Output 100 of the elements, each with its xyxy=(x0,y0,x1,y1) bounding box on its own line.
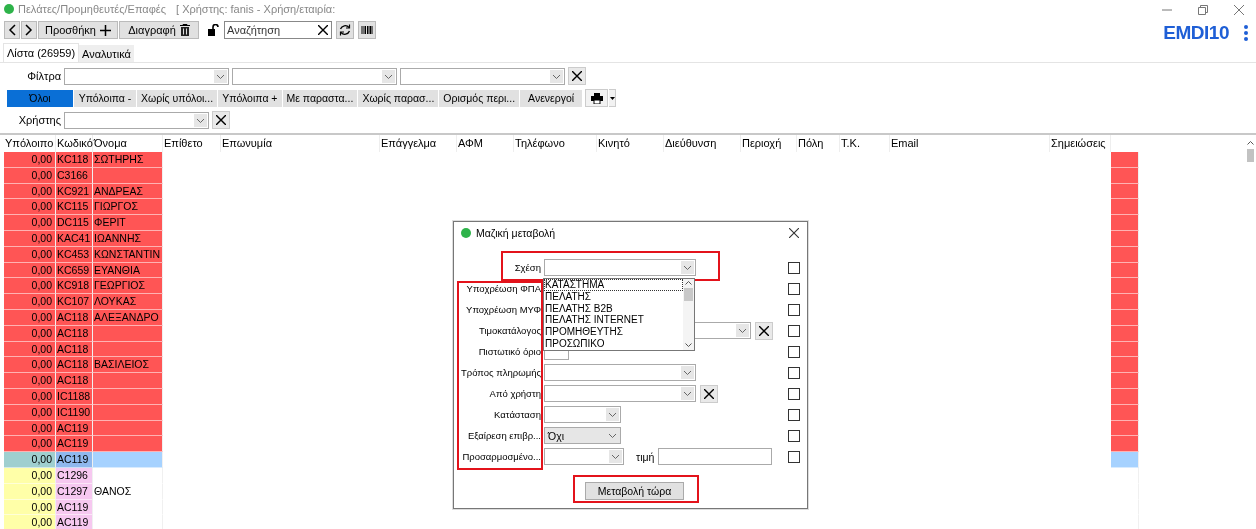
checkbox[interactable] xyxy=(788,282,800,295)
user-label: Χρήστης xyxy=(17,114,61,126)
table-cell: AC118 xyxy=(56,357,93,374)
print-options-button[interactable] xyxy=(609,89,617,107)
dropdown-option[interactable]: ΠΡΟΜΗΘΕΥΤΗΣ xyxy=(544,326,683,338)
forward-button[interactable] xyxy=(21,21,37,39)
scroll-up-icon[interactable] xyxy=(685,281,692,285)
table-cell: 0,00 xyxy=(4,515,56,529)
checkbox[interactable] xyxy=(788,387,800,400)
table-cell: 0,00 xyxy=(4,278,56,295)
search-field[interactable]: Αναζήτηση xyxy=(224,21,332,39)
dropdown-option[interactable]: ΠΕΛΑΤΗΣ INTERNET xyxy=(544,314,683,327)
barcode-button[interactable] xyxy=(358,21,376,39)
column-header[interactable]: Διεύθυνση xyxy=(664,135,741,152)
apply-button[interactable]: Μεταβολή τώρα xyxy=(585,481,684,500)
dropdown-field[interactable] xyxy=(544,385,696,403)
clear-filter-button[interactable] xyxy=(568,67,586,85)
table-cell: ΘΑΝΟΣ xyxy=(93,483,163,500)
filter-segment[interactable]: Χωρίς υπόλοι... xyxy=(137,89,218,107)
clear-button[interactable] xyxy=(755,321,773,340)
dropdown-field[interactable] xyxy=(544,259,696,277)
checkbox[interactable] xyxy=(788,261,800,274)
status-cell xyxy=(1111,199,1139,216)
filter-segment[interactable]: Ανενεργοί xyxy=(520,89,583,107)
checkbox[interactable] xyxy=(788,408,800,421)
caret-icon xyxy=(609,96,615,100)
column-header[interactable]: Email xyxy=(890,135,1050,152)
status-cell xyxy=(1111,357,1139,374)
restore-icon[interactable] xyxy=(1198,5,1208,15)
table-cell: KC115 xyxy=(56,199,93,216)
refresh-icon xyxy=(339,24,351,36)
table-cell: ΛΟΥΚΑΣ xyxy=(93,294,163,310)
chevron-down-icon xyxy=(550,69,563,83)
filter-segment[interactable]: Υπόλοιπα + xyxy=(218,89,282,107)
column-header[interactable]: Επάγγελμα xyxy=(380,135,457,152)
close-icon[interactable] xyxy=(789,228,799,238)
column-header[interactable]: Περιοχή xyxy=(741,135,797,152)
checkbox[interactable] xyxy=(788,366,800,379)
dropdown-option[interactable]: ΚΑΤΑΣΤΗΜΑ xyxy=(544,279,683,291)
scroll-thumb[interactable] xyxy=(684,288,693,301)
close-icon xyxy=(759,325,769,336)
table-cell: 0,00 xyxy=(4,215,56,231)
scrollbar[interactable] xyxy=(683,279,694,350)
chevron-down-icon xyxy=(681,366,694,380)
filter-segment[interactable]: Όλοι xyxy=(7,89,73,107)
delete-button[interactable]: Διαγραφή xyxy=(119,21,199,39)
scroll-thumb[interactable] xyxy=(1246,149,1254,162)
status-cell xyxy=(1111,278,1139,295)
checkbox[interactable] xyxy=(788,429,800,442)
menu-icon[interactable] xyxy=(1244,25,1248,41)
column-header[interactable]: Κινητό xyxy=(597,135,664,152)
column-header[interactable]: Επωνυμία xyxy=(221,135,380,152)
dropdown-option[interactable]: ΠΡΟΣΩΠΙΚΟ xyxy=(544,338,683,350)
app-icon xyxy=(461,228,471,238)
table-cell: ΦΕΡΙΤ xyxy=(93,215,163,231)
clear-button[interactable] xyxy=(700,384,718,403)
chevron-down-icon xyxy=(606,408,619,422)
refresh-button[interactable] xyxy=(336,21,354,39)
checkbox[interactable] xyxy=(788,303,800,316)
value-field[interactable] xyxy=(658,448,773,466)
column-header[interactable]: Σημειώσεις xyxy=(1050,135,1111,152)
scroll-down-icon[interactable] xyxy=(685,343,692,347)
column-header[interactable]: Επίθετο xyxy=(163,135,221,152)
chevron-down-icon xyxy=(382,69,395,83)
column-header[interactable]: ΑΦΜ xyxy=(457,135,514,152)
dialog-title: Μαζική μεταβολή xyxy=(476,227,556,239)
print-button[interactable] xyxy=(585,89,609,107)
table-cell: ΓΕΩΡΓΙΟΣ xyxy=(93,278,163,295)
dropdown-field[interactable] xyxy=(544,448,624,466)
checkbox[interactable] xyxy=(788,324,800,337)
column-header[interactable]: Πόλη xyxy=(797,135,840,152)
table-cell: 0,00 xyxy=(4,152,56,168)
checkbox[interactable] xyxy=(788,345,800,358)
barcode-icon xyxy=(361,26,373,34)
tab[interactable]: Αναλυτικά xyxy=(79,45,134,62)
column-header[interactable]: Τ.Κ. xyxy=(840,135,890,152)
field-label: Σχέση xyxy=(513,262,541,274)
table-cell: 0,00 xyxy=(4,199,56,216)
scroll-up-icon[interactable] xyxy=(1246,141,1254,145)
tab[interactable]: Λίστα (26959) xyxy=(3,43,80,62)
filter-segment[interactable]: Με παραστα... xyxy=(282,89,358,107)
checkbox[interactable] xyxy=(788,450,800,463)
window-subtitle: [ Χρήστης: fanis - Χρήση/εταιρία: xyxy=(176,3,336,15)
filter-segment[interactable]: Χωρίς παρασ... xyxy=(358,89,439,107)
filter-segment[interactable]: Ορισμός περι... xyxy=(439,89,520,107)
filter-segment[interactable]: Υπόλοιπα - xyxy=(74,89,136,107)
back-button[interactable] xyxy=(4,21,20,39)
field-label: Εξαίρεση επιβρ... xyxy=(466,430,541,442)
dropdown-field[interactable] xyxy=(544,364,696,382)
dropdown-option[interactable]: ΠΕΛΑΤΗΣ xyxy=(544,290,683,303)
dropdown-field[interactable] xyxy=(544,406,621,424)
dropdown-field[interactable]: Όχι xyxy=(544,427,621,445)
table-cell: KC118 xyxy=(56,152,93,168)
dropdown-option[interactable]: ΠΕΛΑΤΗΣ B2B xyxy=(544,302,683,315)
clear-user-button[interactable] xyxy=(212,111,230,129)
lock-icon[interactable] xyxy=(208,24,219,36)
column-header[interactable]: Τηλέφωνο xyxy=(514,135,597,152)
clear-icon[interactable] xyxy=(318,25,328,35)
add-button[interactable]: Προσθήκη xyxy=(38,21,118,39)
table-cell: AC119 xyxy=(56,436,93,453)
